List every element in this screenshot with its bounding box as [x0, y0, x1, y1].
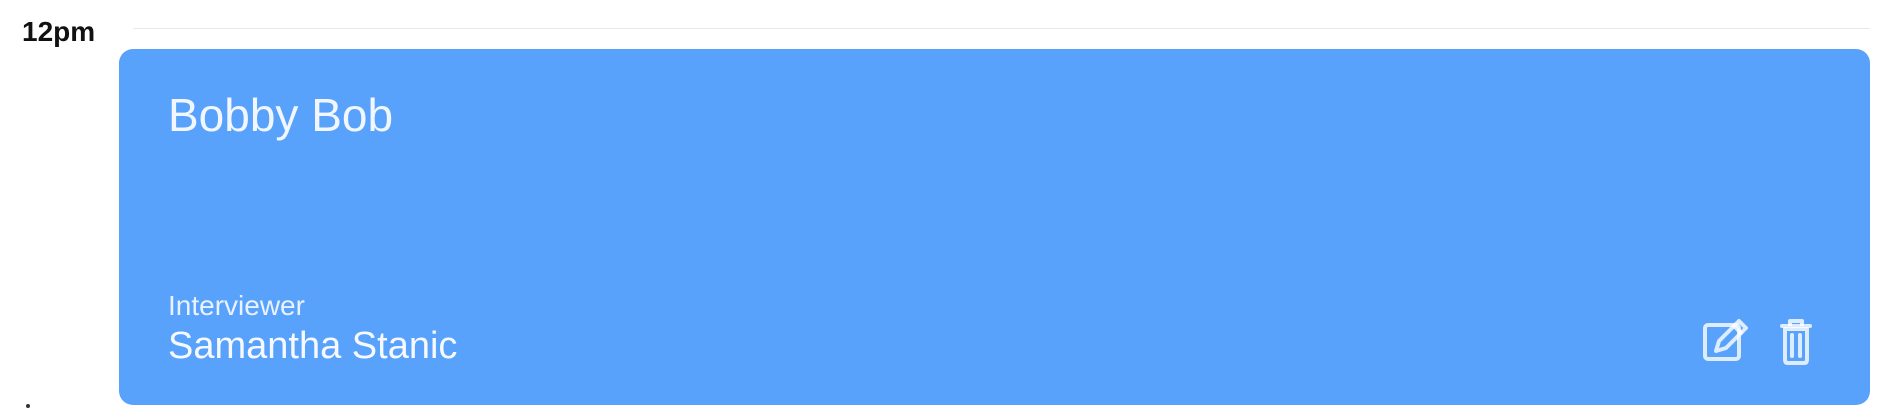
- timeline-marker: [26, 404, 30, 408]
- event-card[interactable]: Bobby Bob Interviewer Samantha Stanic: [119, 49, 1870, 405]
- edit-icon: [1698, 313, 1754, 369]
- interviewer-name: Samantha Stanic: [168, 325, 458, 367]
- calendar-day-view: 12pm Bobby Bob Interviewer Samantha Stan…: [0, 0, 1898, 410]
- edit-button[interactable]: [1698, 313, 1754, 369]
- event-actions: [1698, 313, 1824, 369]
- event-title: Bobby Bob: [168, 89, 394, 141]
- delete-button[interactable]: [1768, 313, 1824, 369]
- trash-icon: [1768, 313, 1824, 369]
- hour-divider: [133, 28, 1870, 29]
- interviewer-label: Interviewer: [168, 290, 305, 321]
- time-label: 12pm: [22, 16, 96, 47]
